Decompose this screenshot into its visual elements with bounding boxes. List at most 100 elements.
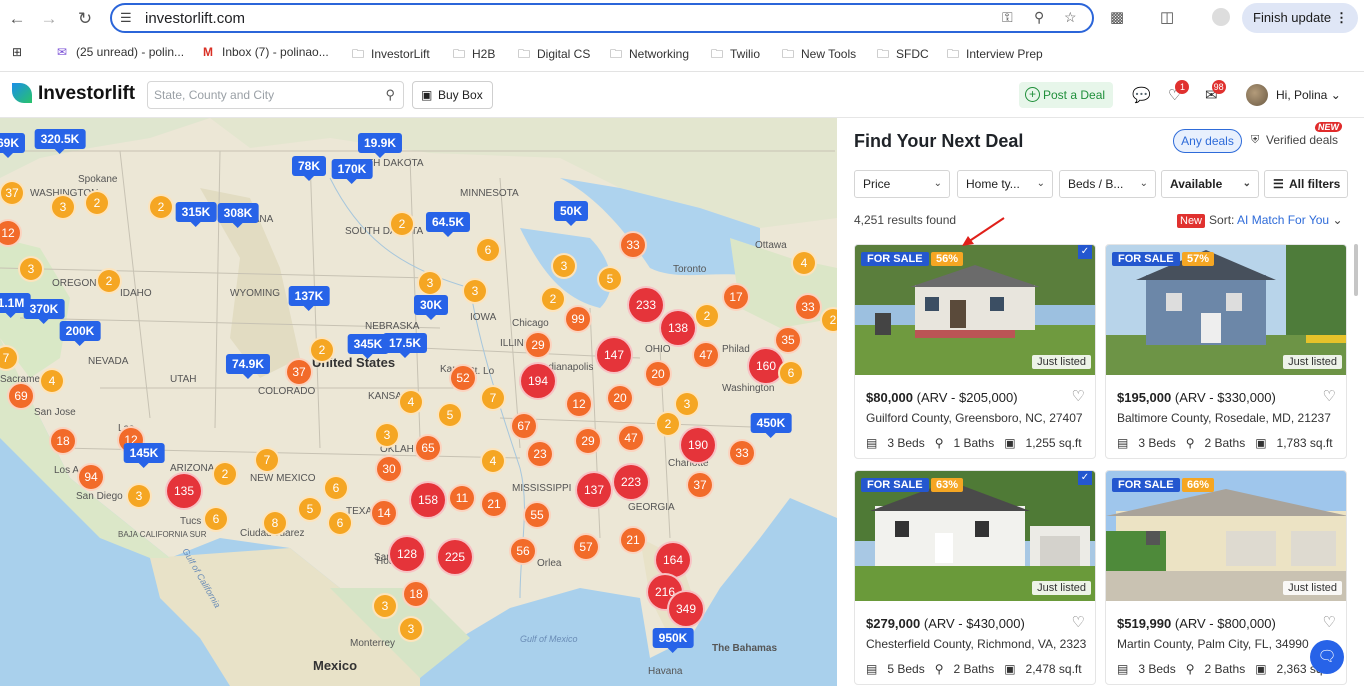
map-price-pin[interactable]: 950K — [652, 628, 694, 653]
zoom-icon[interactable]: ⚲ — [1034, 9, 1044, 26]
map-cluster-marker[interactable]: 21 — [480, 490, 508, 518]
avatar[interactable] — [1246, 84, 1268, 106]
map-cluster-marker[interactable]: 147 — [595, 336, 633, 374]
map-cluster-marker[interactable]: 37 — [285, 358, 313, 386]
bookmark-3[interactable]: 🗀 H2B — [453, 45, 495, 66]
map-cluster-marker[interactable]: 69 — [7, 382, 35, 410]
bookmark-2[interactable]: 🗀 InvestorLift — [352, 45, 430, 66]
verified-deals-tab[interactable]: ⛨ Verified deals — [1249, 129, 1349, 153]
menu-dots-icon[interactable]: ⋮ — [1335, 3, 1348, 33]
address-bar[interactable]: ☰ investorlift.com ⚿ ⚲ ☆ — [110, 3, 1094, 33]
map-cluster-marker[interactable]: 6 — [327, 510, 353, 536]
location-search-input[interactable] — [148, 82, 368, 108]
site-settings-icon[interactable]: ☰ — [120, 10, 132, 26]
map-cluster-marker[interactable]: 7 — [480, 385, 506, 411]
map-cluster-marker[interactable]: 4 — [791, 250, 817, 276]
map-cluster-marker[interactable]: 23 — [526, 440, 554, 468]
password-key-icon[interactable]: ⚿ — [1002, 9, 1013, 26]
search-icon[interactable]: ⚲ — [385, 87, 395, 103]
availability-filter[interactable]: Available ⌄ — [1161, 170, 1259, 198]
map-price-pin[interactable]: 64.5K — [425, 212, 471, 237]
map-cluster-marker[interactable]: 2 — [694, 303, 720, 329]
map-price-pin[interactable]: 370K — [23, 299, 65, 324]
bookmark-8[interactable]: 🗀 SFDC — [877, 45, 929, 66]
map-cluster-marker[interactable]: 3 — [18, 256, 44, 282]
map-cluster-marker[interactable]: 3 — [372, 593, 398, 619]
map-cluster-marker[interactable]: 37 — [686, 471, 714, 499]
bookmark-9[interactable]: 🗀 Interview Prep — [947, 45, 1043, 66]
map-cluster-marker[interactable]: 128 — [388, 535, 426, 573]
listing-photo[interactable]: FOR SALE 63% ✓ Just listed — [855, 471, 1095, 601]
reload-icon[interactable]: ↻ — [74, 8, 96, 30]
map-price-pin[interactable]: 308K — [217, 203, 259, 228]
map-cluster-marker[interactable]: 37 — [0, 180, 25, 206]
favorite-heart-icon[interactable]: ♡ — [1072, 387, 1085, 405]
map-cluster-marker[interactable]: 14 — [370, 499, 398, 527]
map-price-pin[interactable]: 170K — [331, 159, 373, 184]
map-cluster-marker[interactable]: 5 — [297, 496, 323, 522]
heart-icon[interactable]: ♡ 1 — [1168, 80, 1190, 104]
map-cluster-marker[interactable]: 2 — [309, 337, 335, 363]
sort-dropdown[interactable]: New Sort: AI Match For You ⌄ — [1177, 213, 1343, 228]
map-price-pin[interactable]: 320.5K — [34, 129, 86, 154]
map-cluster-marker[interactable]: 6 — [323, 475, 349, 501]
listing-photo[interactable]: FOR SALE 56% ✓ Just listed — [855, 245, 1095, 375]
map-cluster-marker[interactable]: 20 — [606, 384, 634, 412]
map-cluster-marker[interactable]: 135 — [165, 472, 203, 510]
map-cluster-marker[interactable]: 2 — [84, 190, 110, 216]
map-cluster-marker[interactable]: 52 — [449, 364, 477, 392]
map-cluster-marker[interactable]: 349 — [667, 590, 705, 628]
mail-icon[interactable]: ✉ 98 — [1205, 80, 1226, 104]
map-cluster-marker[interactable]: 137 — [575, 471, 613, 509]
map-cluster-marker[interactable]: 47 — [617, 424, 645, 452]
bookmark-4[interactable]: 🗀 Digital CS — [518, 45, 590, 66]
bookmark-star-icon[interactable]: ☆ — [1064, 9, 1077, 26]
map-cluster-marker[interactable]: 5 — [437, 402, 463, 428]
map-cluster-marker[interactable]: 99 — [564, 305, 592, 333]
map-cluster-marker[interactable]: 223 — [612, 463, 650, 501]
map-cluster-marker[interactable]: 56 — [509, 537, 537, 565]
map-cluster-marker[interactable]: 11 — [448, 484, 476, 512]
any-deals-tab[interactable]: Any deals — [1173, 129, 1242, 153]
listing-card[interactable]: FOR SALE 63% ✓ Just listed $279,000 (ARV… — [854, 470, 1096, 685]
map-cluster-marker[interactable]: 33 — [619, 231, 647, 259]
map-price-pin[interactable]: 315K — [175, 202, 217, 227]
map-cluster-marker[interactable]: 6 — [203, 506, 229, 532]
map-cluster-marker[interactable]: 3 — [374, 422, 400, 448]
buy-box-button[interactable]: ▣ Buy Box — [412, 81, 493, 109]
map-cluster-marker[interactable]: 29 — [524, 331, 552, 359]
map-cluster-marker[interactable]: 2 — [389, 211, 415, 237]
map-cluster-marker[interactable]: 67 — [510, 412, 538, 440]
home-type-filter[interactable]: Home ty... ⌄ — [957, 170, 1053, 198]
map-cluster-marker[interactable]: 4 — [398, 389, 424, 415]
map-price-pin[interactable]: 450K — [750, 413, 792, 438]
map-cluster-marker[interactable]: 21 — [619, 526, 647, 554]
map-cluster-marker[interactable]: 4 — [39, 368, 65, 394]
map-price-pin[interactable]: 137K — [288, 286, 330, 311]
user-menu[interactable]: Hi, Polina ⌄ — [1276, 88, 1341, 102]
map-price-pin[interactable]: 50K — [553, 201, 589, 226]
map-cluster-marker[interactable]: 7 — [254, 447, 280, 473]
profile-icon[interactable] — [1212, 8, 1230, 26]
map-cluster-marker[interactable]: 12 — [565, 390, 593, 418]
map-cluster-marker[interactable]: 17 — [722, 283, 750, 311]
deals-map[interactable]: Spokane WASHINGTON OREGON IDAHO MONTANA … — [0, 118, 837, 686]
bookmark-1[interactable]: M Inbox (7) - polinao... — [203, 45, 329, 59]
map-cluster-marker[interactable]: 194 — [519, 362, 557, 400]
map-cluster-marker[interactable]: 225 — [436, 538, 474, 576]
map-cluster-marker[interactable]: 4 — [480, 448, 506, 474]
listing-card[interactable]: FOR SALE 56% ✓ Just listed $80,000 (ARV … — [854, 244, 1096, 459]
extensions-icon[interactable]: ▩ — [1110, 8, 1124, 26]
apps-grid-icon[interactable]: ⊞ — [12, 45, 22, 59]
map-cluster-marker[interactable]: 2 — [540, 286, 566, 312]
map-cluster-marker[interactable]: 18 — [49, 427, 77, 455]
map-cluster-marker[interactable]: 94 — [77, 463, 105, 491]
map-price-pin[interactable]: 145K — [123, 443, 165, 468]
bookmark-5[interactable]: 🗀 Networking — [610, 45, 689, 66]
map-cluster-marker[interactable]: 3 — [417, 270, 443, 296]
map-cluster-marker[interactable]: 2 — [148, 194, 174, 220]
map-cluster-marker[interactable]: 5 — [597, 266, 623, 292]
map-price-pin[interactable]: 30K — [413, 295, 449, 320]
investorlift-logo[interactable]: Investorlift — [12, 83, 135, 105]
map-price-pin[interactable]: 74.9K — [225, 354, 271, 379]
